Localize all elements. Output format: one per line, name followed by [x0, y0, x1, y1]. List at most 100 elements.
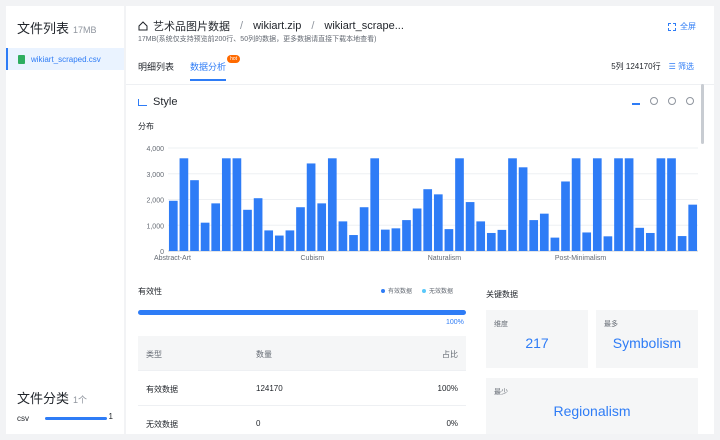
- chart-bar: [688, 204, 698, 251]
- chart-bar: [529, 220, 539, 251]
- chart-bar: [518, 167, 528, 251]
- category-title: 文件分类: [17, 391, 70, 406]
- dims-text: 5列 124170行: [611, 62, 661, 71]
- pie-chart-icon[interactable]: [650, 97, 658, 105]
- fullscreen-label: 全屏: [680, 22, 696, 31]
- tab-bar: 明细列表 数据分析 hot: [138, 55, 241, 81]
- sidebar: 文件列表 17MB wikiart_scraped.csv 文件分类 1个 csv …: [6, 6, 124, 434]
- bar-chart-icon[interactable]: [632, 97, 640, 105]
- header-ratio: 占比: [442, 350, 458, 359]
- breadcrumb-item-dataset[interactable]: 艺术品图片数据: [153, 18, 230, 34]
- sidebar-item-file[interactable]: wikiart_scraped.csv: [6, 48, 124, 70]
- legend-invalid: 无效数据: [422, 286, 453, 295]
- chart-bar: [221, 158, 231, 251]
- key-card-label: 最少: [494, 389, 508, 396]
- file-list-header: 文件列表 17MB: [17, 18, 97, 37]
- breadcrumb: 艺术品图片数据 / wikiart.zip / wikiart_scrape..…: [138, 18, 404, 34]
- chart-bar: [497, 229, 507, 251]
- line-chart-icon: [138, 98, 147, 106]
- key-card-label: 最多: [604, 321, 618, 328]
- validity-title: 有效性: [138, 287, 162, 296]
- file-info: 17MB(系统仅支持预览前200行、50列的数据，更多数据请直接下载本地查看): [138, 36, 377, 43]
- divider: [126, 84, 714, 85]
- breadcrumb-item-zip[interactable]: wikiart.zip: [253, 20, 301, 32]
- cloud-chart-icon[interactable]: [686, 97, 694, 105]
- filter-button[interactable]: ☰ 筛选: [669, 61, 694, 72]
- tab-label: 明细列表: [138, 62, 175, 72]
- fullscreen-button[interactable]: 全屏: [668, 21, 696, 32]
- chart-bar: [486, 232, 496, 251]
- cell-type: 有效数据: [146, 385, 178, 394]
- chart-type-switcher: [632, 97, 694, 105]
- breadcrumb-item-file: wikiart_scrape...: [324, 20, 404, 32]
- tab-label: 数据分析: [190, 62, 227, 72]
- table-row: 无效数据 0 0%: [138, 406, 466, 434]
- y-tick-label: 3,000: [146, 172, 164, 179]
- validity-percent: 100%: [446, 319, 464, 326]
- chart-bar: [327, 158, 337, 251]
- key-card-least: 最少 Regionalism: [486, 378, 698, 434]
- chart-bar: [243, 209, 252, 251]
- csv-file-icon: [18, 54, 25, 64]
- chart-bar: [667, 158, 676, 251]
- legend-valid-label: 有效数据: [388, 289, 413, 295]
- cell-count: 0: [256, 419, 261, 428]
- cell-ratio: 100%: [437, 384, 458, 393]
- filter-label: 筛选: [678, 62, 694, 71]
- app-window: 文件列表 17MB wikiart_scraped.csv 文件分类 1个 csv …: [0, 0, 720, 440]
- chart-bar: [200, 222, 210, 251]
- chart-bar: [168, 200, 178, 251]
- chart-bar: [338, 221, 348, 251]
- chart-bar: [423, 189, 433, 251]
- validity-legend: 有效数据 无效数据: [381, 286, 453, 295]
- category-row-count: 1: [108, 412, 113, 421]
- validity-progress-bar: [138, 310, 466, 315]
- scrollbar[interactable]: [701, 84, 704, 144]
- validity-table: 类型 数量 占比 有效数据 124170 100% 无效数据 0 0%: [138, 336, 466, 434]
- column-name: Style: [153, 96, 178, 108]
- category-header: 文件分类 1个: [17, 388, 87, 407]
- file-name: wikiart_scraped.csv: [31, 54, 101, 64]
- chart-bar: [274, 235, 284, 251]
- key-card-value: Symbolism: [612, 335, 682, 351]
- chart-bar: [264, 230, 274, 251]
- fullscreen-icon: [668, 22, 676, 31]
- legend-invalid-label: 无效数据: [429, 289, 454, 295]
- column-header: Style: [138, 96, 177, 108]
- chart-bar: [402, 220, 411, 251]
- chart-bar: [253, 198, 263, 251]
- home-icon[interactable]: [138, 21, 148, 31]
- file-list-title: 文件列表: [17, 21, 70, 36]
- chart-bar: [561, 181, 570, 251]
- chart-bar: [412, 208, 422, 251]
- chart-bar: [359, 207, 369, 251]
- tab-data-analysis[interactable]: 数据分析 hot: [190, 55, 241, 81]
- chart-bar: [444, 229, 454, 251]
- category-row-csv[interactable]: csv 1: [17, 412, 117, 424]
- chart-bar: [317, 203, 327, 251]
- distribution-label: 分布: [138, 122, 154, 131]
- y-tick-label: 1,000: [146, 223, 164, 230]
- hot-badge: hot: [227, 55, 241, 63]
- chart-bar: [232, 158, 242, 251]
- key-data-title: 关键数据: [486, 290, 518, 299]
- key-card-most: 最多 Symbolism: [596, 310, 698, 368]
- donut-chart-icon[interactable]: [668, 97, 676, 105]
- chart-bar: [349, 235, 358, 251]
- chart-bar: [603, 236, 613, 251]
- file-list-size: 17MB: [73, 25, 97, 35]
- chart-bar: [582, 232, 592, 251]
- cell-ratio: 0%: [446, 419, 458, 428]
- tab-detail-list[interactable]: 明细列表: [138, 60, 174, 81]
- chart-bar: [179, 158, 189, 251]
- category-label: csv: [17, 413, 29, 423]
- chart-bar: [571, 158, 581, 251]
- cell-count: 124170: [256, 384, 283, 393]
- chart-bar: [370, 158, 380, 251]
- x-tick-label: Cubism: [301, 255, 325, 262]
- chart-bar: [391, 228, 401, 251]
- chart-bar: [539, 213, 549, 251]
- main-panel: 艺术品图片数据 / wikiart.zip / wikiart_scrape..…: [126, 6, 714, 434]
- x-tick-label: Abstract-Art: [154, 255, 191, 262]
- chart-bar: [508, 158, 517, 251]
